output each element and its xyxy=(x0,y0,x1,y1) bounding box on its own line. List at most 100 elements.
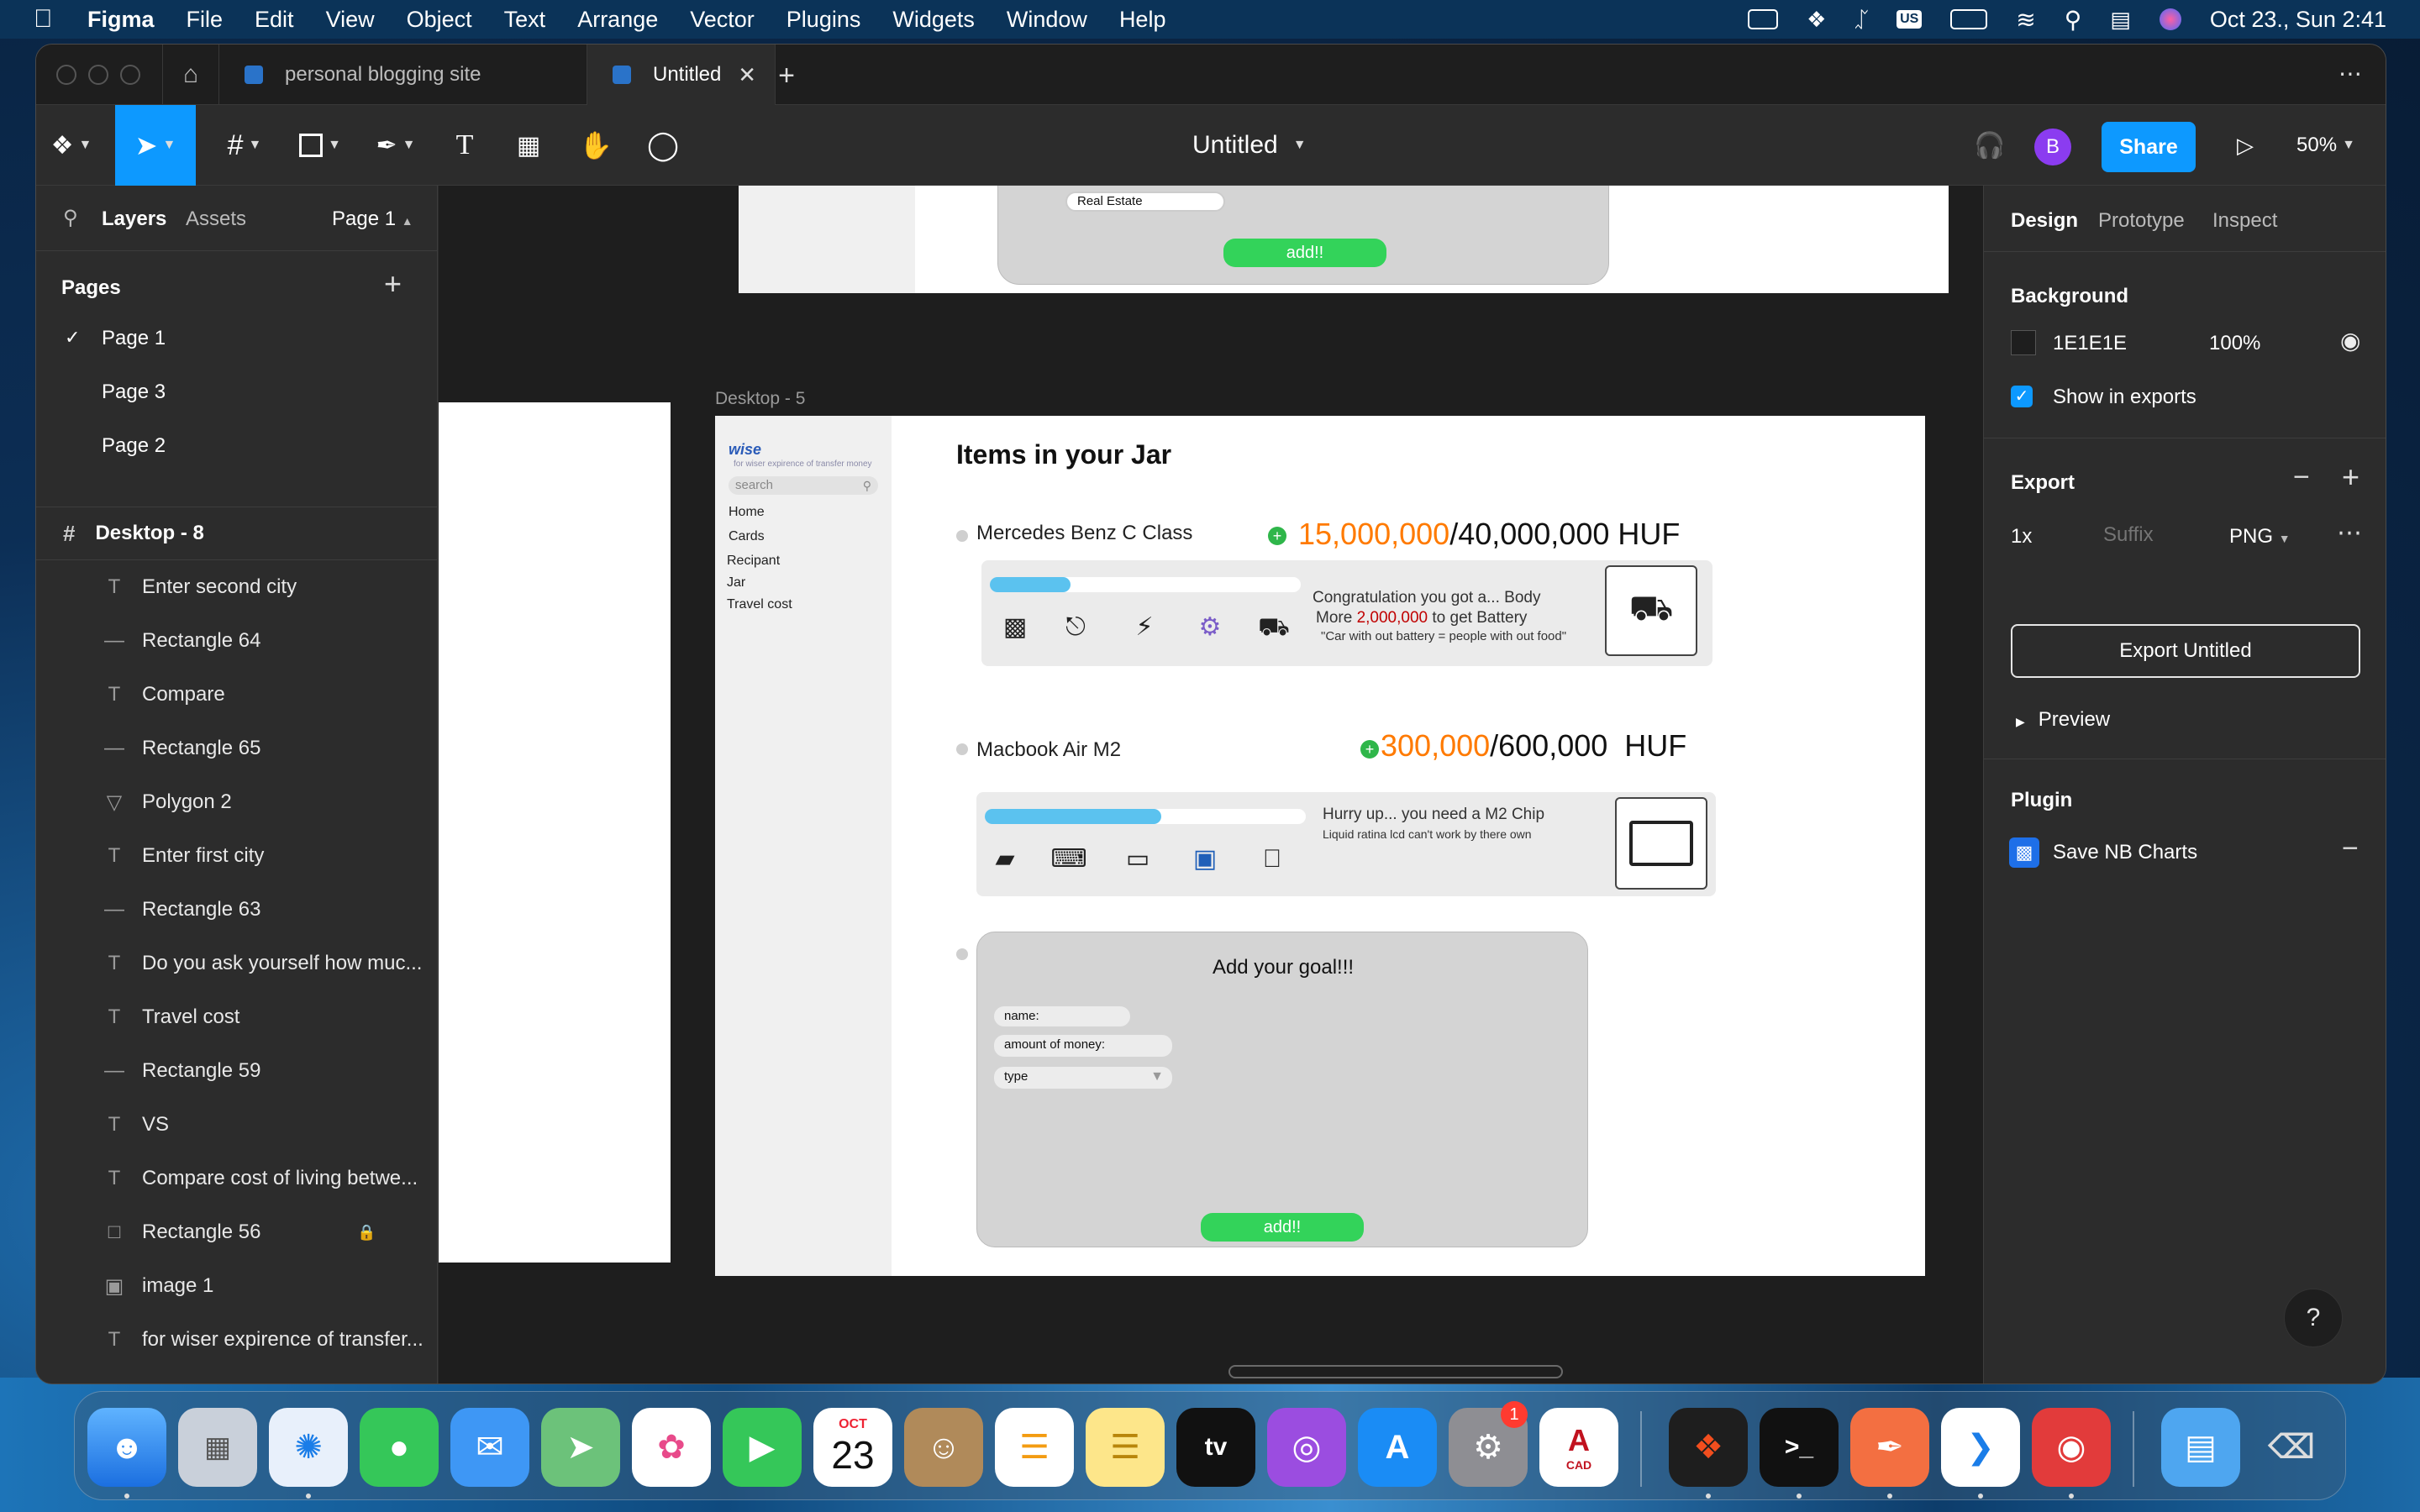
present-button[interactable]: ▷ xyxy=(2224,105,2266,186)
layer-row[interactable]: ▣ image 1 xyxy=(36,1259,437,1313)
layer-row[interactable]: — Rectangle 59 xyxy=(36,1044,437,1098)
goal-name-field[interactable]: name: xyxy=(994,1006,1130,1026)
background-hex[interactable]: 1E1E1E xyxy=(2053,332,2127,355)
layer-row[interactable]: □ Rectangle 56 🔒 xyxy=(36,1205,437,1259)
dock-folder-icon[interactable]: ▤ xyxy=(2161,1408,2240,1487)
add-export-icon[interactable]: + xyxy=(2342,459,2360,495)
window-minimize-button[interactable] xyxy=(88,65,108,85)
export-settings-icon[interactable]: ⋯ xyxy=(2337,518,2362,548)
siri-icon[interactable] xyxy=(2159,8,2181,30)
window-close-button[interactable] xyxy=(56,65,76,85)
layer-row[interactable]: — Rectangle 63 xyxy=(36,883,437,937)
background-color-swatch[interactable] xyxy=(2011,330,2036,355)
pen-tool[interactable]: ✒ ▼ xyxy=(364,105,428,186)
layer-row[interactable]: — Rectangle 64 xyxy=(36,614,437,668)
design-canvas[interactable]: Real Estate add!! Desktop - 5 wise for w… xyxy=(439,186,1983,1383)
preview-toggle[interactable]: ▶ Preview xyxy=(2016,708,2110,732)
menu-app-name[interactable]: Figma xyxy=(87,7,155,33)
dock-maps-icon[interactable]: ➤ xyxy=(541,1408,620,1487)
control-center-icon[interactable]: ▤ xyxy=(2110,7,2131,33)
dock-photos-icon[interactable]: ✿ xyxy=(632,1408,711,1487)
top-add-button[interactable]: add!! xyxy=(1223,239,1386,267)
layer-row[interactable]: ▽ Polygon 2 xyxy=(36,775,437,829)
dock-facetime-icon[interactable]: ▶ xyxy=(723,1408,802,1487)
export-format[interactable]: PNG ▼ xyxy=(2229,525,2291,549)
dock-appletv-icon[interactable]: tv xyxy=(1176,1408,1255,1487)
main-menu-button[interactable]: ❖ ▼ xyxy=(36,105,107,186)
frame-tool[interactable]: # ▼ xyxy=(213,105,276,186)
help-button[interactable]: ? xyxy=(2284,1289,2343,1347)
nav-home[interactable]: Home xyxy=(729,505,765,520)
text-tool[interactable]: T xyxy=(439,105,490,186)
audio-call-button[interactable]: 🎧 xyxy=(1969,105,2011,186)
dock-trash-icon[interactable]: ⌫ xyxy=(2252,1408,2331,1487)
remove-plugin-icon[interactable]: − xyxy=(2342,832,2359,865)
tab-inspect[interactable]: Inspect xyxy=(2212,209,2277,233)
figma-status-icon[interactable]: ❖ xyxy=(1807,7,1826,33)
dock-finder-icon[interactable]: ☻ xyxy=(87,1408,166,1487)
bluetooth-icon[interactable]: ᛢ xyxy=(1854,7,1868,33)
layer-row[interactable]: T Enter second city xyxy=(36,560,437,614)
menu-file[interactable]: File xyxy=(187,7,224,33)
dock-mail-icon[interactable]: ✉ xyxy=(450,1408,529,1487)
plugin-name[interactable]: Save NB Charts xyxy=(2053,841,2197,864)
menu-view[interactable]: View xyxy=(326,7,375,33)
menu-help[interactable]: Help xyxy=(1119,7,1166,33)
nav-travel-cost[interactable]: Travel cost xyxy=(727,597,792,612)
zoom-menu[interactable]: 50% ▼ xyxy=(2280,105,2372,186)
tab-assets[interactable]: Assets xyxy=(186,207,246,231)
real-estate-field[interactable]: Real Estate xyxy=(1065,192,1225,212)
show-in-exports-checkbox[interactable]: ✓ xyxy=(2011,386,2033,407)
page-item-3[interactable]: Page 3 xyxy=(102,381,166,404)
page-item-2[interactable]: Page 2 xyxy=(102,434,166,458)
more-options-icon[interactable]: ⋯ xyxy=(2338,60,2362,87)
nav-cards[interactable]: Cards xyxy=(729,529,765,544)
search-field[interactable]: search ⚲ xyxy=(729,476,878,495)
background-opacity[interactable]: 100% xyxy=(2209,332,2260,355)
shape-tool[interactable]: ▼ xyxy=(288,105,352,186)
layer-row[interactable]: Tfor wiser expirence of transfer... xyxy=(36,1313,437,1367)
desktop-5-frame[interactable]: wise for wiser expirence of transfer mon… xyxy=(715,416,1925,1276)
goal-add-button[interactable]: add!! xyxy=(1201,1213,1364,1242)
dock-podcasts-icon[interactable]: ◎ xyxy=(1267,1408,1346,1487)
menu-widgets[interactable]: Widgets xyxy=(892,7,975,33)
search-icon[interactable]: ⚲ xyxy=(63,206,78,230)
dock-terminal-icon[interactable]: >_ xyxy=(1760,1408,1839,1487)
remove-export-icon[interactable]: − xyxy=(2293,461,2310,494)
move-tool[interactable]: ➤ ▼ xyxy=(115,105,196,186)
avatar[interactable]: B xyxy=(2034,129,2071,165)
dock-notes-icon[interactable]: ☰ xyxy=(1086,1408,1165,1487)
layer-row[interactable]: T Do you ask yourself how muc... xyxy=(36,937,437,990)
input-source-badge[interactable]: US xyxy=(1897,10,1923,29)
tab-prototype[interactable]: Prototype xyxy=(2098,209,2185,233)
dock-launchpad-icon[interactable]: ▦ xyxy=(178,1408,257,1487)
comment-tool[interactable]: ◯ xyxy=(636,105,690,186)
menu-plugins[interactable]: Plugins xyxy=(786,7,861,33)
new-tab-button[interactable]: + xyxy=(765,55,808,97)
battery-icon[interactable] xyxy=(1950,9,1988,29)
menu-edit[interactable]: Edit xyxy=(255,7,294,33)
tab-layers[interactable]: Layers xyxy=(102,207,166,231)
tab-personal-blogging-site[interactable]: personal blogging site xyxy=(219,45,587,105)
lock-icon[interactable]: 🔒 xyxy=(357,1224,376,1242)
goal-type-select[interactable]: type ▼ xyxy=(994,1067,1172,1089)
dock-figma-icon[interactable]: ❖ xyxy=(1669,1408,1748,1487)
page-item-1[interactable]: Page 1 xyxy=(102,327,166,350)
layer-row[interactable]: T Compare xyxy=(36,668,437,722)
share-button[interactable]: Share xyxy=(2102,122,2196,172)
export-suffix-input[interactable] xyxy=(2093,517,2202,554)
dock-recorder-icon[interactable]: ◉ xyxy=(2032,1408,2111,1487)
close-tab-icon[interactable]: ✕ xyxy=(738,62,756,88)
spotlight-search-icon[interactable]: ⚲ xyxy=(2065,6,2082,34)
menu-clock[interactable]: Oct 23., Sun 2:41 xyxy=(2210,7,2386,33)
dock-calendar-icon[interactable]: OCT 23 xyxy=(813,1408,892,1487)
home-tab[interactable]: ⌂ xyxy=(162,45,219,105)
goal-amount-field[interactable]: amount of money: xyxy=(994,1035,1172,1057)
camera-status-icon[interactable] xyxy=(1748,9,1779,29)
hand-tool[interactable]: ✋ xyxy=(569,105,623,186)
window-zoom-button[interactable] xyxy=(120,65,140,85)
layer-row[interactable]: T Compare cost of living betwe... xyxy=(36,1152,437,1205)
layer-row[interactable]: T Enter first city xyxy=(36,829,437,883)
frame-label-desktop-5[interactable]: Desktop - 5 xyxy=(715,389,805,409)
menu-vector[interactable]: Vector xyxy=(690,7,755,33)
